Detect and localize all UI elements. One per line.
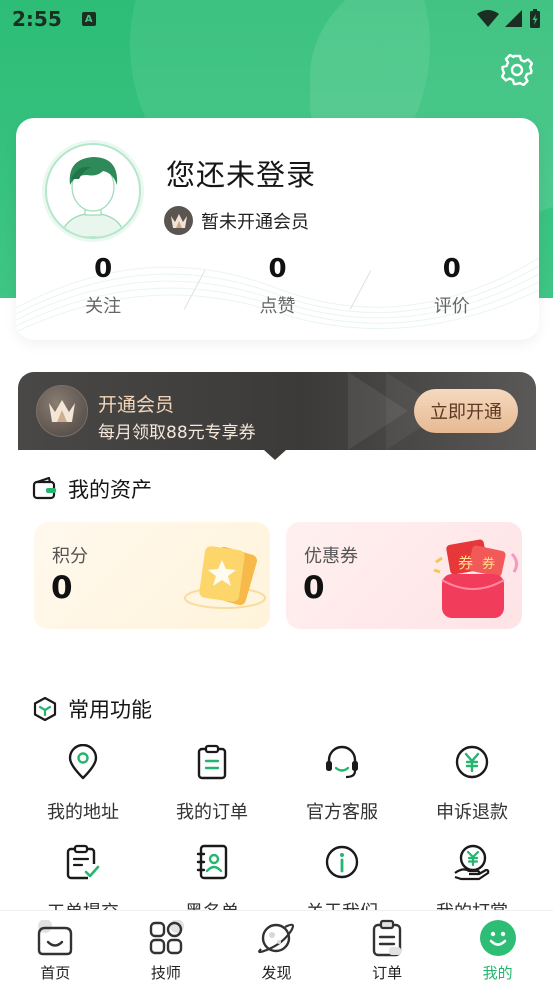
tab-discover[interactable]: 发现 <box>221 911 332 984</box>
tab-home[interactable]: 首页 <box>0 911 111 984</box>
coupons-card[interactable]: 优惠券 0 券 券 <box>286 522 522 629</box>
battery-icon <box>530 9 540 28</box>
vip-title: 开通会员 <box>98 394 175 416</box>
yen-hand-icon <box>454 844 490 881</box>
tab-orders[interactable]: 订单 <box>332 911 443 984</box>
clipboard-check-icon <box>66 844 100 880</box>
points-value: 0 <box>51 570 73 606</box>
tab-label: 发现 <box>261 964 292 982</box>
vip-banner-pointer <box>264 450 286 460</box>
points-label: 积分 <box>52 546 88 567</box>
home-icon <box>38 920 73 956</box>
func-label: 申诉退款 <box>436 802 508 823</box>
points-cards-icon <box>184 546 266 609</box>
func-my-address[interactable]: 我的地址 <box>18 742 148 824</box>
coupons-value: 0 <box>303 570 325 606</box>
stat-label: 评价 <box>433 296 470 317</box>
cube-icon <box>33 696 57 722</box>
member-status-text: 暂未开通会员 <box>201 211 309 233</box>
stat-value: 0 <box>442 254 461 284</box>
member-status: 暂未开通会员 <box>164 206 309 235</box>
default-avatar-icon <box>47 145 139 237</box>
yen-refund-icon <box>455 745 489 779</box>
tab-label: 首页 <box>40 964 71 982</box>
coupon-tag: 券 <box>482 556 495 572</box>
vip-banner[interactable]: 开通会员 每月领取88元专享券 立即开通 <box>18 372 536 450</box>
func-my-orders[interactable]: 我的订单 <box>147 742 277 824</box>
tab-label: 订单 <box>372 964 403 982</box>
stat-value: 0 <box>94 254 113 284</box>
avatar[interactable] <box>45 143 141 239</box>
points-card[interactable]: 积分 0 <box>34 522 270 629</box>
crown-icon <box>164 206 193 235</box>
info-icon <box>325 845 359 879</box>
settings-button[interactable] <box>499 52 535 88</box>
login-prompt[interactable]: 您还未登录 <box>166 152 316 194</box>
headset-icon <box>326 745 358 779</box>
stat-label: 点赞 <box>259 296 296 317</box>
planet-icon <box>258 923 295 954</box>
smile-icon <box>479 920 516 956</box>
open-membership-button[interactable]: 立即开通 <box>414 389 518 433</box>
clipboard-icon <box>372 919 402 957</box>
location-pin-icon <box>68 744 98 780</box>
profile-card: 您还未登录 暂未开通会员 0 关注 0 点赞 0 评价 <box>16 118 539 340</box>
status-time: 2:55 <box>12 7 62 31</box>
stat-reviews[interactable]: 0 评价 <box>365 254 539 324</box>
func-label: 官方客服 <box>306 802 378 823</box>
notification-a-icon: A <box>81 12 96 26</box>
tab-label: 我的 <box>482 964 513 982</box>
grid-icon <box>149 920 184 955</box>
coupon-envelope-icon: 券 券 <box>433 539 519 618</box>
functions-title: 常用功能 <box>68 698 152 722</box>
coupons-label: 优惠券 <box>304 546 358 567</box>
stat-label: 关注 <box>85 296 122 317</box>
vip-crown-icon <box>36 385 88 437</box>
wifi-icon <box>477 10 499 27</box>
functions-section-header: 常用功能 <box>32 694 152 724</box>
stat-likes[interactable]: 0 点赞 <box>190 254 364 324</box>
func-customer-service[interactable]: 官方客服 <box>277 742 407 824</box>
clipboard-list-icon <box>197 744 227 780</box>
status-bar: 2:55 A <box>0 0 553 38</box>
coupon-tag: 券 <box>458 554 473 572</box>
bottom-tab-bar: 首页 技师 发现 订单 我的 <box>0 910 553 984</box>
tab-label: 技师 <box>150 964 181 982</box>
func-label: 我的订单 <box>176 802 248 823</box>
gear-icon <box>501 54 533 86</box>
assets-title: 我的资产 <box>68 478 152 502</box>
profile-stats: 0 关注 0 点赞 0 评价 <box>16 254 539 324</box>
wallet-icon <box>32 477 56 500</box>
stat-follow[interactable]: 0 关注 <box>16 254 190 324</box>
tab-mine[interactable]: 我的 <box>442 911 553 984</box>
status-indicators <box>477 9 541 29</box>
contact-book-icon <box>196 844 228 880</box>
func-label: 我的地址 <box>47 802 119 823</box>
vip-subtitle: 每月领取88元专享券 <box>98 423 256 443</box>
tab-technician[interactable]: 技师 <box>111 911 222 984</box>
stat-value: 0 <box>268 254 287 284</box>
assets-section-header: 我的资产 <box>32 474 152 504</box>
signal-icon <box>505 10 522 27</box>
func-refund-appeal[interactable]: 申诉退款 <box>407 742 537 824</box>
